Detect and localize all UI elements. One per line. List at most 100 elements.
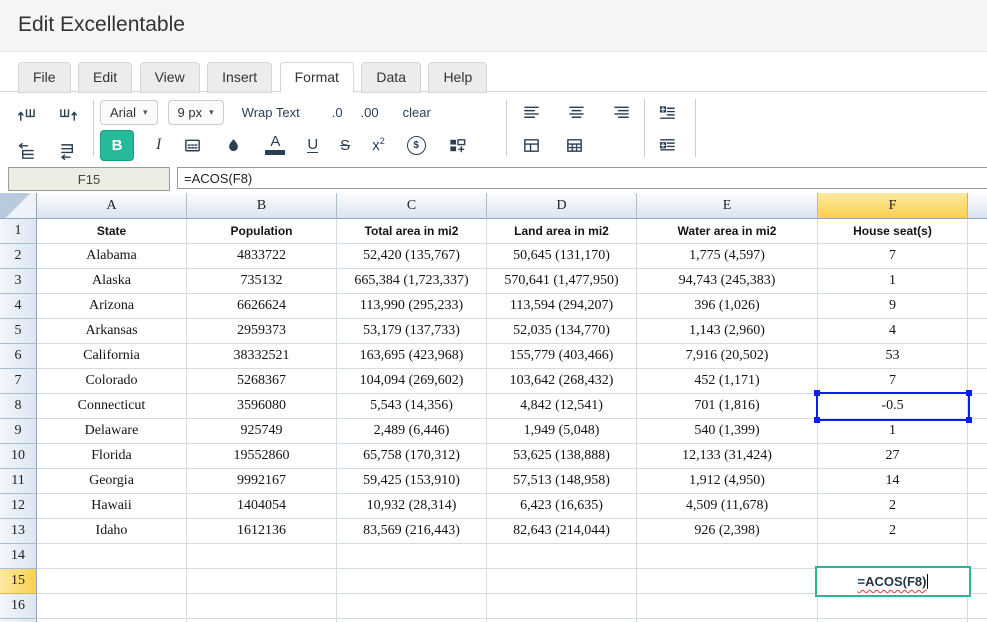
- tab-data[interactable]: Data: [361, 62, 421, 93]
- align-center-button[interactable]: [567, 100, 586, 124]
- cell-G9[interactable]: [968, 419, 987, 444]
- cell-B6[interactable]: 38332521: [187, 344, 337, 369]
- cell-E11[interactable]: 1,912 (4,950): [637, 469, 818, 494]
- row-header-7[interactable]: 7: [0, 369, 37, 394]
- row-header-10[interactable]: 10: [0, 444, 37, 469]
- cell-C11[interactable]: 59,425 (153,910): [337, 469, 487, 494]
- cell-B4[interactable]: 6626624: [187, 294, 337, 319]
- cell-C6[interactable]: 163,695 (423,968): [337, 344, 487, 369]
- strikethrough-button[interactable]: S: [340, 133, 350, 157]
- cell-A14[interactable]: [37, 544, 187, 569]
- cell-G1[interactable]: [968, 219, 987, 244]
- cell-A3[interactable]: Alaska: [37, 269, 187, 294]
- cell-C13[interactable]: 83,569 (216,443): [337, 519, 487, 544]
- cell-reference-box[interactable]: [8, 167, 170, 191]
- insert-row-above-button[interactable]: [15, 139, 37, 163]
- row-header-4[interactable]: 4: [0, 294, 37, 319]
- cell-G5[interactable]: [968, 319, 987, 344]
- increase-decimal-button[interactable]: .00: [361, 105, 379, 120]
- cell-G12[interactable]: [968, 494, 987, 519]
- cell-A7[interactable]: Colorado: [37, 369, 187, 394]
- cell-D1[interactable]: Land area in mi2: [487, 219, 637, 244]
- cell-G7[interactable]: [968, 369, 987, 394]
- insert-column-left-button[interactable]: [15, 103, 37, 127]
- tab-view[interactable]: View: [139, 62, 200, 93]
- cell-E9[interactable]: 540 (1,399): [637, 419, 818, 444]
- column-header-F[interactable]: F: [818, 193, 968, 219]
- cell-D5[interactable]: 52,035 (134,770): [487, 319, 637, 344]
- cell-F3[interactable]: 1: [818, 269, 968, 294]
- cell-E2[interactable]: 1,775 (4,597): [637, 244, 818, 269]
- cell-D16[interactable]: [487, 594, 637, 619]
- table-gridlines-button[interactable]: [565, 133, 584, 157]
- cell-C7[interactable]: 104,094 (269,602): [337, 369, 487, 394]
- cell-A6[interactable]: California: [37, 344, 187, 369]
- cell-D15[interactable]: [487, 569, 637, 594]
- align-left-button[interactable]: [522, 100, 541, 124]
- cell-B3[interactable]: 735132: [187, 269, 337, 294]
- cell-A5[interactable]: Arkansas: [37, 319, 187, 344]
- cell-E10[interactable]: 12,133 (31,424): [637, 444, 818, 469]
- currency-format-button[interactable]: $: [406, 133, 426, 157]
- cell-F13[interactable]: 2: [818, 519, 968, 544]
- cell-B1[interactable]: Population: [187, 219, 337, 244]
- column-header-E[interactable]: E: [637, 193, 818, 219]
- cell-F4[interactable]: 9: [818, 294, 968, 319]
- cell-E8[interactable]: 701 (1,816): [637, 394, 818, 419]
- insert-row-below-button[interactable]: [57, 139, 79, 163]
- grid-corner-select-all[interactable]: [0, 193, 37, 219]
- cell-G8[interactable]: [968, 394, 987, 419]
- column-header-A[interactable]: A: [37, 193, 187, 219]
- text-color-button[interactable]: A: [265, 133, 286, 157]
- cell-A12[interactable]: Hawaii: [37, 494, 187, 519]
- cell-B12[interactable]: 1404054: [187, 494, 337, 519]
- cell-F12[interactable]: 2: [818, 494, 968, 519]
- cell-C3[interactable]: 665,384 (1,723,337): [337, 269, 487, 294]
- row-header-15[interactable]: 15: [0, 569, 37, 594]
- cell-B9[interactable]: 925749: [187, 419, 337, 444]
- row-header-3[interactable]: 3: [0, 269, 37, 294]
- borders-button[interactable]: [183, 133, 202, 157]
- cell-F7[interactable]: 7: [818, 369, 968, 394]
- cell-G13[interactable]: [968, 519, 987, 544]
- table-split-button[interactable]: [522, 133, 541, 157]
- align-right-button[interactable]: [612, 100, 631, 124]
- row-header-13[interactable]: 13: [0, 519, 37, 544]
- column-header-partial[interactable]: [968, 193, 987, 219]
- cell-C14[interactable]: [337, 544, 487, 569]
- column-header-C[interactable]: C: [337, 193, 487, 219]
- cell-F6[interactable]: 53: [818, 344, 968, 369]
- row-header-16[interactable]: 16: [0, 594, 37, 619]
- cell-E14[interactable]: [637, 544, 818, 569]
- cell-B8[interactable]: 3596080: [187, 394, 337, 419]
- cell-F1[interactable]: House seat(s): [818, 219, 968, 244]
- cell-E1[interactable]: Water area in mi2: [637, 219, 818, 244]
- underline-button[interactable]: U: [307, 133, 319, 157]
- cell-E15[interactable]: [637, 569, 818, 594]
- cell-B13[interactable]: 1612136: [187, 519, 337, 544]
- cell-A2[interactable]: Alabama: [37, 244, 187, 269]
- row-header-1[interactable]: 1: [0, 219, 37, 244]
- cell-C8[interactable]: 5,543 (14,356): [337, 394, 487, 419]
- cell-D6[interactable]: 155,779 (403,466): [487, 344, 637, 369]
- cell-E4[interactable]: 396 (1,026): [637, 294, 818, 319]
- cell-E16[interactable]: [637, 594, 818, 619]
- merge-cells-button[interactable]: [448, 133, 467, 157]
- cell-B5[interactable]: 2959373: [187, 319, 337, 344]
- cell-F2[interactable]: 7: [818, 244, 968, 269]
- cell-B14[interactable]: [187, 544, 337, 569]
- cell-G6[interactable]: [968, 344, 987, 369]
- cell-C10[interactable]: 65,758 (170,312): [337, 444, 487, 469]
- cell-D13[interactable]: 82,643 (214,044): [487, 519, 637, 544]
- cell-B10[interactable]: 19552860: [187, 444, 337, 469]
- superscript-button[interactable]: x2: [372, 133, 385, 157]
- column-header-D[interactable]: D: [487, 193, 637, 219]
- tab-format[interactable]: Format: [279, 62, 354, 93]
- font-family-dropdown[interactable]: Arial ▾: [100, 99, 158, 125]
- cell-D9[interactable]: 1,949 (5,048): [487, 419, 637, 444]
- tab-insert[interactable]: Insert: [207, 62, 273, 93]
- row-header-9[interactable]: 9: [0, 419, 37, 444]
- cell-C2[interactable]: 52,420 (135,767): [337, 244, 487, 269]
- cell-E7[interactable]: 452 (1,171): [637, 369, 818, 394]
- cell-B2[interactable]: 4833722: [187, 244, 337, 269]
